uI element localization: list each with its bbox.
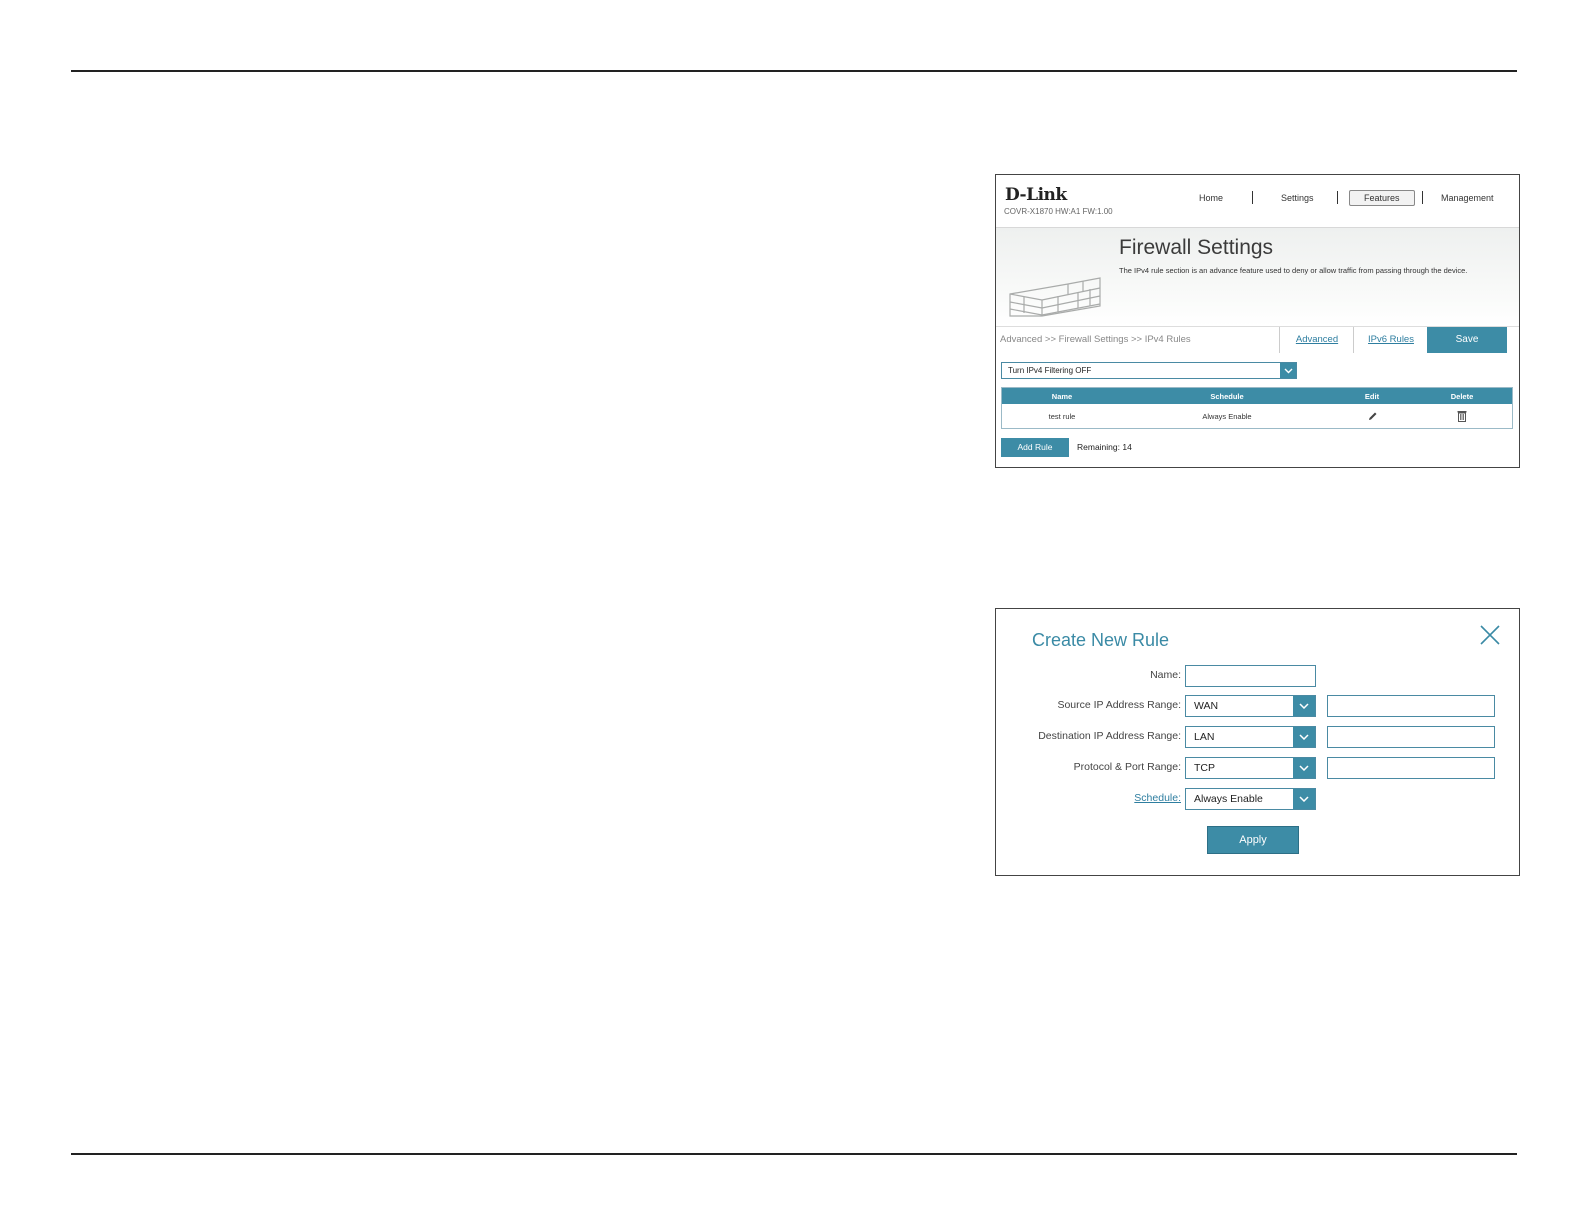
apply-button[interactable]: Apply (1207, 826, 1299, 854)
create-rule-dialog: Create New Rule Name: Source IP Address … (995, 608, 1520, 876)
source-ip-label: Source IP Address Range: (1057, 699, 1181, 711)
col-name: Name (1051, 391, 1073, 401)
destination-ip-label: Destination IP Address Range: (1038, 730, 1181, 742)
name-label: Name: (1150, 669, 1181, 681)
table-header: Name Schedule Edit Delete (1002, 388, 1512, 404)
destination-ip-value: LAN (1194, 731, 1215, 743)
save-button[interactable]: Save (1427, 327, 1507, 353)
header-bar: D-Link COVR-X1870 HW:A1 FW:1.00 Home Set… (996, 175, 1519, 228)
add-rule-button[interactable]: Add Rule (1001, 438, 1069, 457)
nav-settings[interactable]: Settings (1281, 193, 1314, 203)
chevron-down-icon[interactable] (1293, 727, 1315, 747)
rule-name: test rule (1048, 411, 1076, 421)
breadcrumb-bar: Advanced >> Firewall Settings >> IPv4 Ru… (996, 326, 1519, 353)
chevron-down-icon[interactable] (1293, 696, 1315, 716)
nav-separator (1422, 191, 1423, 204)
model-info: COVR-X1870 HW:A1 FW:1.00 (1004, 207, 1113, 216)
dlink-logo: D-Link (1005, 185, 1067, 205)
chevron-down-icon[interactable] (1293, 789, 1315, 809)
table-row: test rule Always Enable (1002, 404, 1512, 428)
nav-separator (1337, 191, 1338, 204)
schedule-link[interactable]: Schedule: (996, 792, 1181, 804)
chevron-down-icon[interactable] (1293, 758, 1315, 778)
port-range-input[interactable] (1327, 757, 1495, 779)
bottom-divider (71, 1153, 1517, 1155)
remaining-count: Remaining: 14 (1077, 442, 1132, 452)
delete-trash-icon[interactable] (1412, 404, 1512, 428)
source-ip-range-input[interactable] (1327, 695, 1495, 717)
firewall-settings-screenshot: D-Link COVR-X1870 HW:A1 FW:1.00 Home Set… (995, 174, 1520, 468)
col-delete: Delete (1450, 391, 1474, 401)
nav-separator (1252, 191, 1253, 204)
advanced-link[interactable]: Advanced (1279, 327, 1354, 353)
chevron-down-icon[interactable] (1280, 363, 1296, 378)
breadcrumb: Advanced >> Firewall Settings >> IPv4 Ru… (1000, 334, 1191, 345)
page-banner: Firewall Settings The IPv4 rule section … (996, 228, 1519, 326)
ipv4-filtering-select[interactable]: Turn IPv4 Filtering OFF (1001, 362, 1297, 379)
rule-schedule: Always Enable (1202, 411, 1252, 421)
page-description: The IPv4 rule section is an advance feat… (1119, 266, 1468, 275)
schedule-value: Always Enable (1194, 793, 1263, 805)
ipv6-rules-link[interactable]: IPv6 Rules (1353, 327, 1428, 353)
nav-home[interactable]: Home (1199, 193, 1223, 203)
source-ip-select[interactable]: WAN (1185, 695, 1316, 717)
top-divider (71, 70, 1517, 72)
source-ip-value: WAN (1194, 700, 1219, 712)
nav-management[interactable]: Management (1441, 193, 1494, 203)
firewall-wall-icon (1009, 277, 1101, 317)
destination-ip-range-input[interactable] (1327, 726, 1495, 748)
page-title: Firewall Settings (1119, 236, 1274, 259)
close-icon[interactable] (1478, 623, 1502, 647)
protocol-select[interactable]: TCP (1185, 757, 1316, 779)
edit-pencil-icon[interactable] (1332, 404, 1412, 428)
destination-ip-select[interactable]: LAN (1185, 726, 1316, 748)
schedule-select[interactable]: Always Enable (1185, 788, 1316, 810)
nav-features[interactable]: Features (1349, 190, 1415, 206)
col-schedule: Schedule (1210, 391, 1244, 401)
name-input[interactable] (1185, 665, 1316, 687)
col-edit: Edit (1364, 391, 1380, 401)
filter-value: Turn IPv4 Filtering OFF (1008, 366, 1092, 375)
rules-table: Name Schedule Edit Delete test rule Alwa… (1001, 387, 1513, 429)
protocol-value: TCP (1194, 762, 1215, 774)
protocol-label: Protocol & Port Range: (1073, 761, 1181, 773)
dialog-title: Create New Rule (1032, 630, 1170, 650)
